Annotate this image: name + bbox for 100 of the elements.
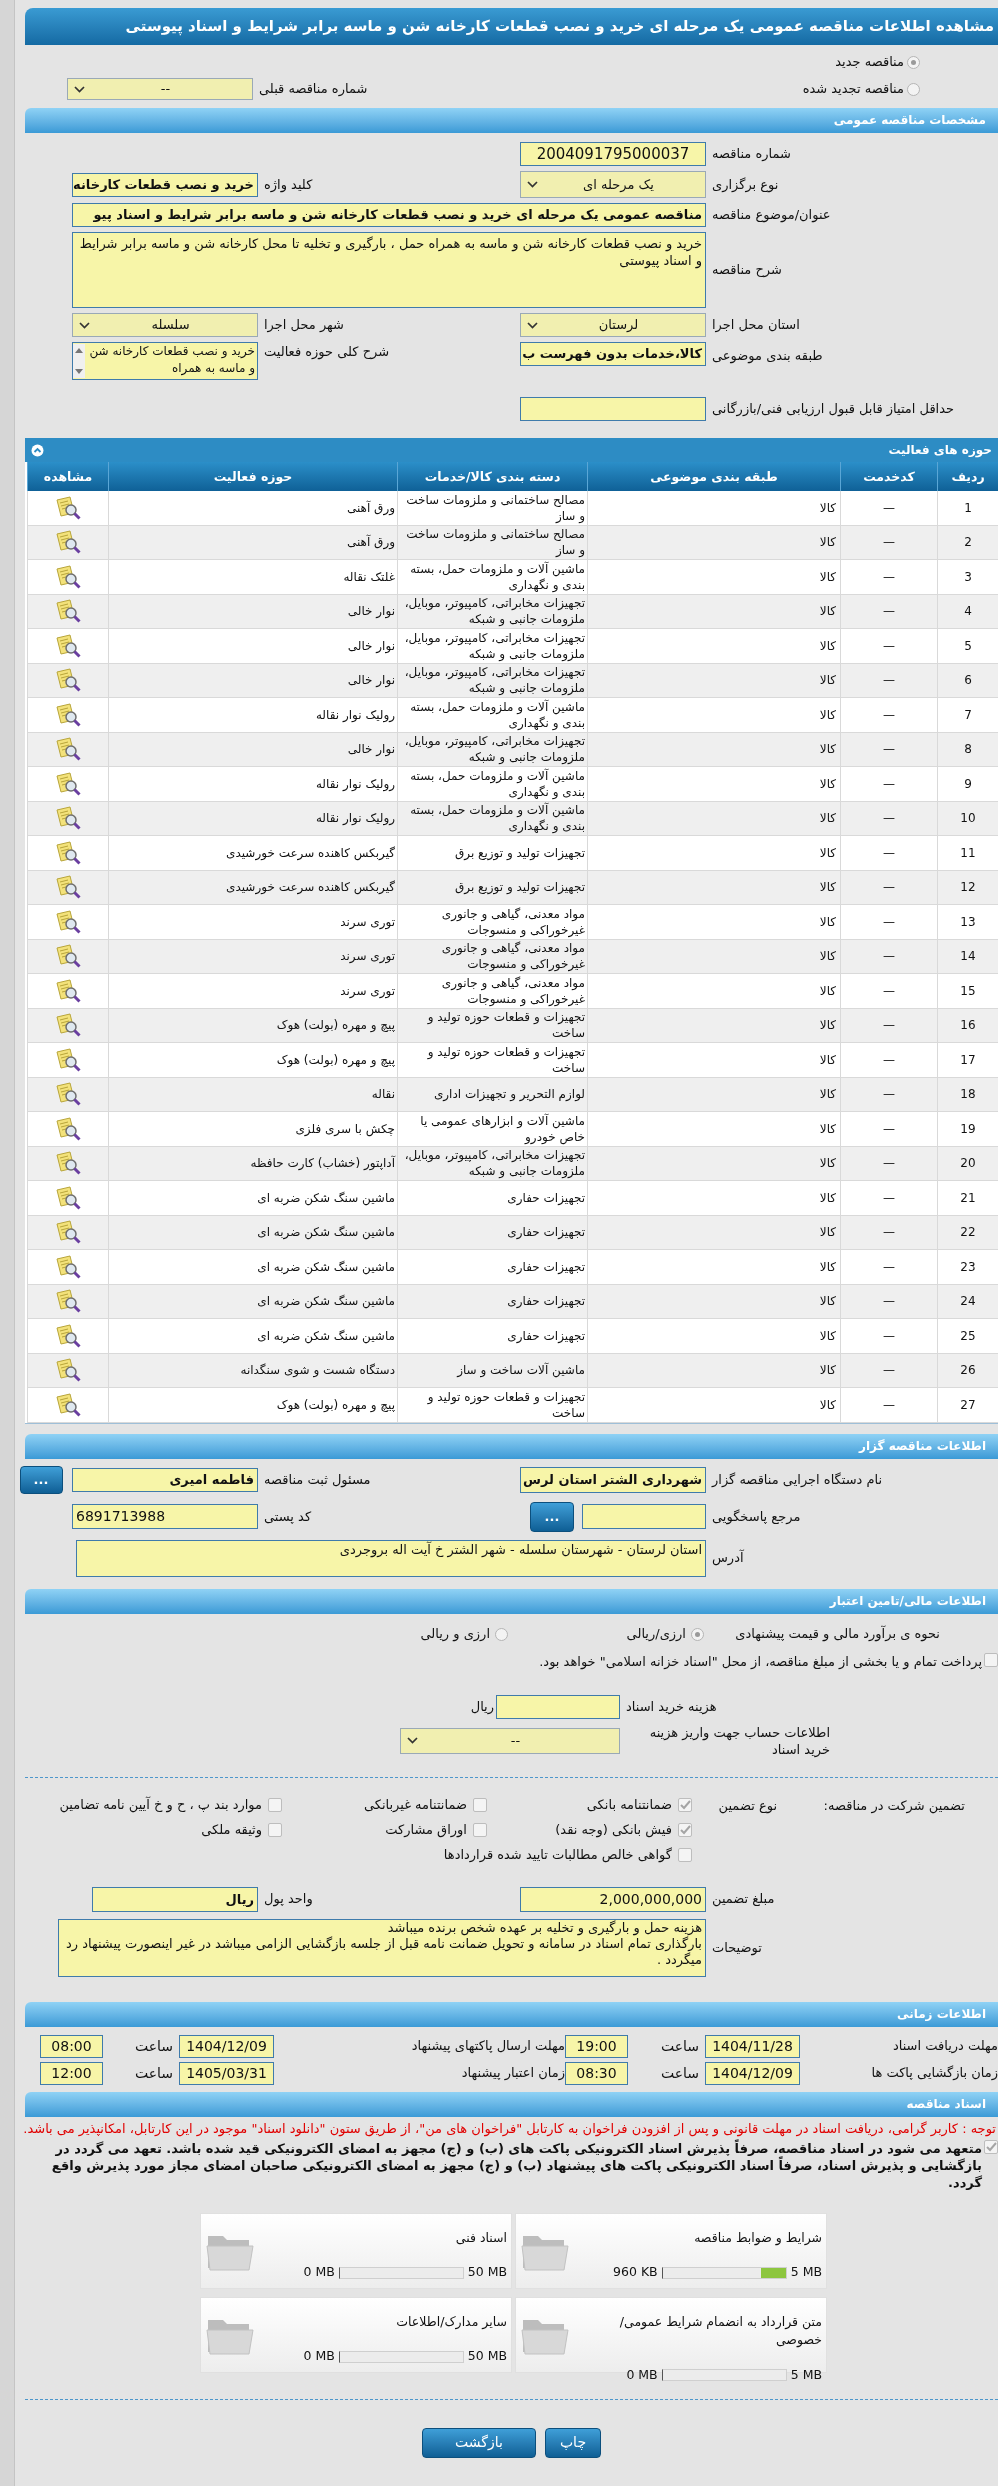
radio-button[interactable] [907, 55, 920, 69]
text-field[interactable]: 6891713988 [72, 1504, 258, 1529]
more-button[interactable]: ... [530, 1501, 574, 1532]
document-search-icon[interactable] [54, 1150, 82, 1177]
document-search-icon[interactable] [54, 529, 82, 556]
text-field[interactable]: مناقصه عمومی یک مرحله ای خرید و نصب قطعات کارخانه شن و ماسه برابر شرایط و اسناد پیو [72, 203, 706, 227]
field-label: ساعت [133, 2063, 174, 2083]
action-button[interactable]: چاپ [545, 2427, 601, 2458]
document-search-icon[interactable] [54, 1012, 82, 1039]
section-header: اسناد مناقصه [25, 2091, 998, 2117]
document-search-icon[interactable] [54, 563, 82, 590]
checkbox[interactable] [678, 1823, 692, 1837]
text-field[interactable]: فاطمه امیری [72, 1467, 258, 1492]
dropdown[interactable]: سلسله [72, 313, 258, 337]
dropdown[interactable]: لرستان [520, 313, 706, 337]
table-cell: تجهیزات حفاری [397, 1250, 587, 1285]
document-search-icon[interactable] [54, 1184, 82, 1211]
radio-button[interactable] [495, 1627, 508, 1641]
time-field[interactable]: 08:30 [565, 2061, 628, 2085]
time-field[interactable]: 19:00 [565, 2034, 628, 2058]
table-cell: 24 [937, 1284, 998, 1319]
text-field[interactable]: 2004091795000037 [520, 142, 706, 166]
dropdown[interactable]: یک مرحله ای [520, 171, 706, 198]
document-search-icon[interactable] [54, 1046, 82, 1073]
size-limit: 5 MB [790, 2366, 822, 2384]
text-field[interactable]: خرید و نصب قطعات کارخانه [72, 172, 258, 197]
document-search-icon[interactable] [54, 667, 82, 694]
table-cell: کالا [587, 525, 840, 560]
document-search-icon[interactable] [54, 770, 82, 797]
checkbox[interactable] [678, 1798, 692, 1812]
checkbox[interactable] [268, 1823, 282, 1837]
radio-button[interactable] [907, 82, 920, 96]
document-search-icon[interactable] [54, 908, 82, 935]
document-search-icon[interactable] [54, 839, 82, 866]
table-cell: 17 [937, 1043, 998, 1078]
field-label: شماره مناقصه قبلی [258, 80, 369, 99]
text-field[interactable] [520, 397, 706, 421]
document-search-icon[interactable] [54, 1322, 82, 1349]
checkbox-label: فیش بانکی (وجه نقد) [555, 1821, 672, 1840]
checkbox[interactable] [268, 1798, 282, 1812]
document-search-icon[interactable] [54, 943, 82, 970]
dropdown[interactable]: -- [67, 78, 253, 100]
document-search-icon[interactable] [54, 1357, 82, 1384]
page-title: مشاهده اطلاعات مناقصه عمومی یک مرحله ای خرید و نصب قطعات کارخانه شن و ماسه برابر شرایط و اسناد پیوستی [25, 8, 998, 45]
table-cell: مصالح ساختمانی و ملزومات ساخت و ساز [397, 525, 587, 560]
document-search-icon[interactable] [54, 805, 82, 832]
document-search-icon[interactable] [54, 701, 82, 728]
table-cell: کالا [587, 1250, 840, 1285]
checkbox[interactable] [678, 1848, 692, 1862]
dropdown[interactable]: -- [400, 1727, 620, 1754]
text-area[interactable]: استان لرستان - شهرستان سلسله - شهر الشتر خ آیت اله بروجردی [76, 1539, 706, 1577]
text-field[interactable]: شهرداری الشتر استان لرس [520, 1466, 706, 1493]
text-field[interactable]: کالا،خدمات بدون فهرست ب [520, 342, 706, 366]
time-field[interactable]: 12:00 [40, 2061, 103, 2085]
text-field[interactable]: ریال [92, 1886, 258, 1912]
field-label: نوع تضمین [717, 1796, 777, 1816]
column-header: حوزه فعالیت [108, 462, 397, 491]
date-field[interactable]: 1404/11/28 [705, 2034, 800, 2058]
column-header: مشاهده [27, 462, 108, 491]
document-search-icon[interactable] [54, 736, 82, 763]
document-search-icon[interactable] [54, 1253, 82, 1280]
collapse-icon[interactable] [31, 443, 44, 457]
column-header: دسته بندی کالا/خدمات [397, 462, 587, 491]
checkbox[interactable] [984, 2139, 998, 2154]
document-search-icon[interactable] [54, 1391, 82, 1418]
document-search-icon[interactable] [54, 1219, 82, 1246]
text-field[interactable] [582, 1504, 706, 1529]
document-search-icon[interactable] [54, 1081, 82, 1108]
text-field[interactable]: 2,000,000,000 [520, 1886, 706, 1912]
table-cell: کالا [587, 1008, 840, 1043]
table-cell: لوازم التحریر و تجهیزات اداری [397, 1077, 587, 1112]
document-search-icon[interactable] [54, 874, 82, 901]
checkbox[interactable] [984, 1652, 998, 1667]
more-button[interactable]: ... [19, 1465, 63, 1494]
date-field[interactable]: 1405/03/31 [179, 2061, 274, 2085]
size-used: 0 MB [303, 2263, 335, 2282]
table-cell: ماشین سنگ شکن ضربه ای [108, 1215, 397, 1250]
checkbox[interactable] [473, 1823, 487, 1837]
text-area[interactable]: هزینه حمل و بارگیری و تخلیه بر عهده شخص برنده میباشد بارگذاری تمام اسناد در سامانه و تحویل ضمانت نامه قبل از جلسه بازگشایی الزامی میباشد در غیر اینصورت پیشنهاد رد میگردد . [58, 1918, 706, 1977]
document-search-icon[interactable] [54, 1288, 82, 1315]
table-cell: تجهیزات مخابراتی، کامپیوتر، موبایل، ملزومات جانبی و شبکه [397, 594, 587, 629]
date-field[interactable]: 1404/12/09 [705, 2061, 800, 2085]
document-search-icon[interactable] [54, 632, 82, 659]
date-field[interactable]: 1404/12/09 [179, 2034, 274, 2058]
checkbox[interactable] [473, 1798, 487, 1812]
document-search-icon[interactable] [54, 1115, 82, 1142]
time-field[interactable]: 08:00 [40, 2034, 103, 2058]
radio-button[interactable] [691, 1627, 704, 1641]
table-cell: آداپتور (خشاب) کارت حافظه [108, 1146, 397, 1181]
document-search-icon[interactable] [54, 494, 82, 521]
table-cell: کالا [587, 870, 840, 905]
document-search-icon[interactable] [54, 598, 82, 625]
text-field[interactable] [496, 1694, 620, 1719]
section-header: مشخصات مناقصه عمومی [25, 108, 998, 133]
list-box[interactable]: خرید و نصب قطعات کارخانه شن و ماسه به همراه [72, 342, 258, 380]
table-cell: — [840, 1008, 937, 1043]
table-cell: 21 [937, 1181, 998, 1216]
document-search-icon[interactable] [54, 977, 82, 1004]
text-area[interactable]: خرید و نصب قطعات کارخانه شن و ماسه به همراه حمل ، بارگیری و تخلیه تا محل کارخانه شن و ماسه برابر شرایط و اسناد پیوستی [72, 232, 706, 308]
action-button[interactable]: بازگشت [422, 2427, 536, 2458]
